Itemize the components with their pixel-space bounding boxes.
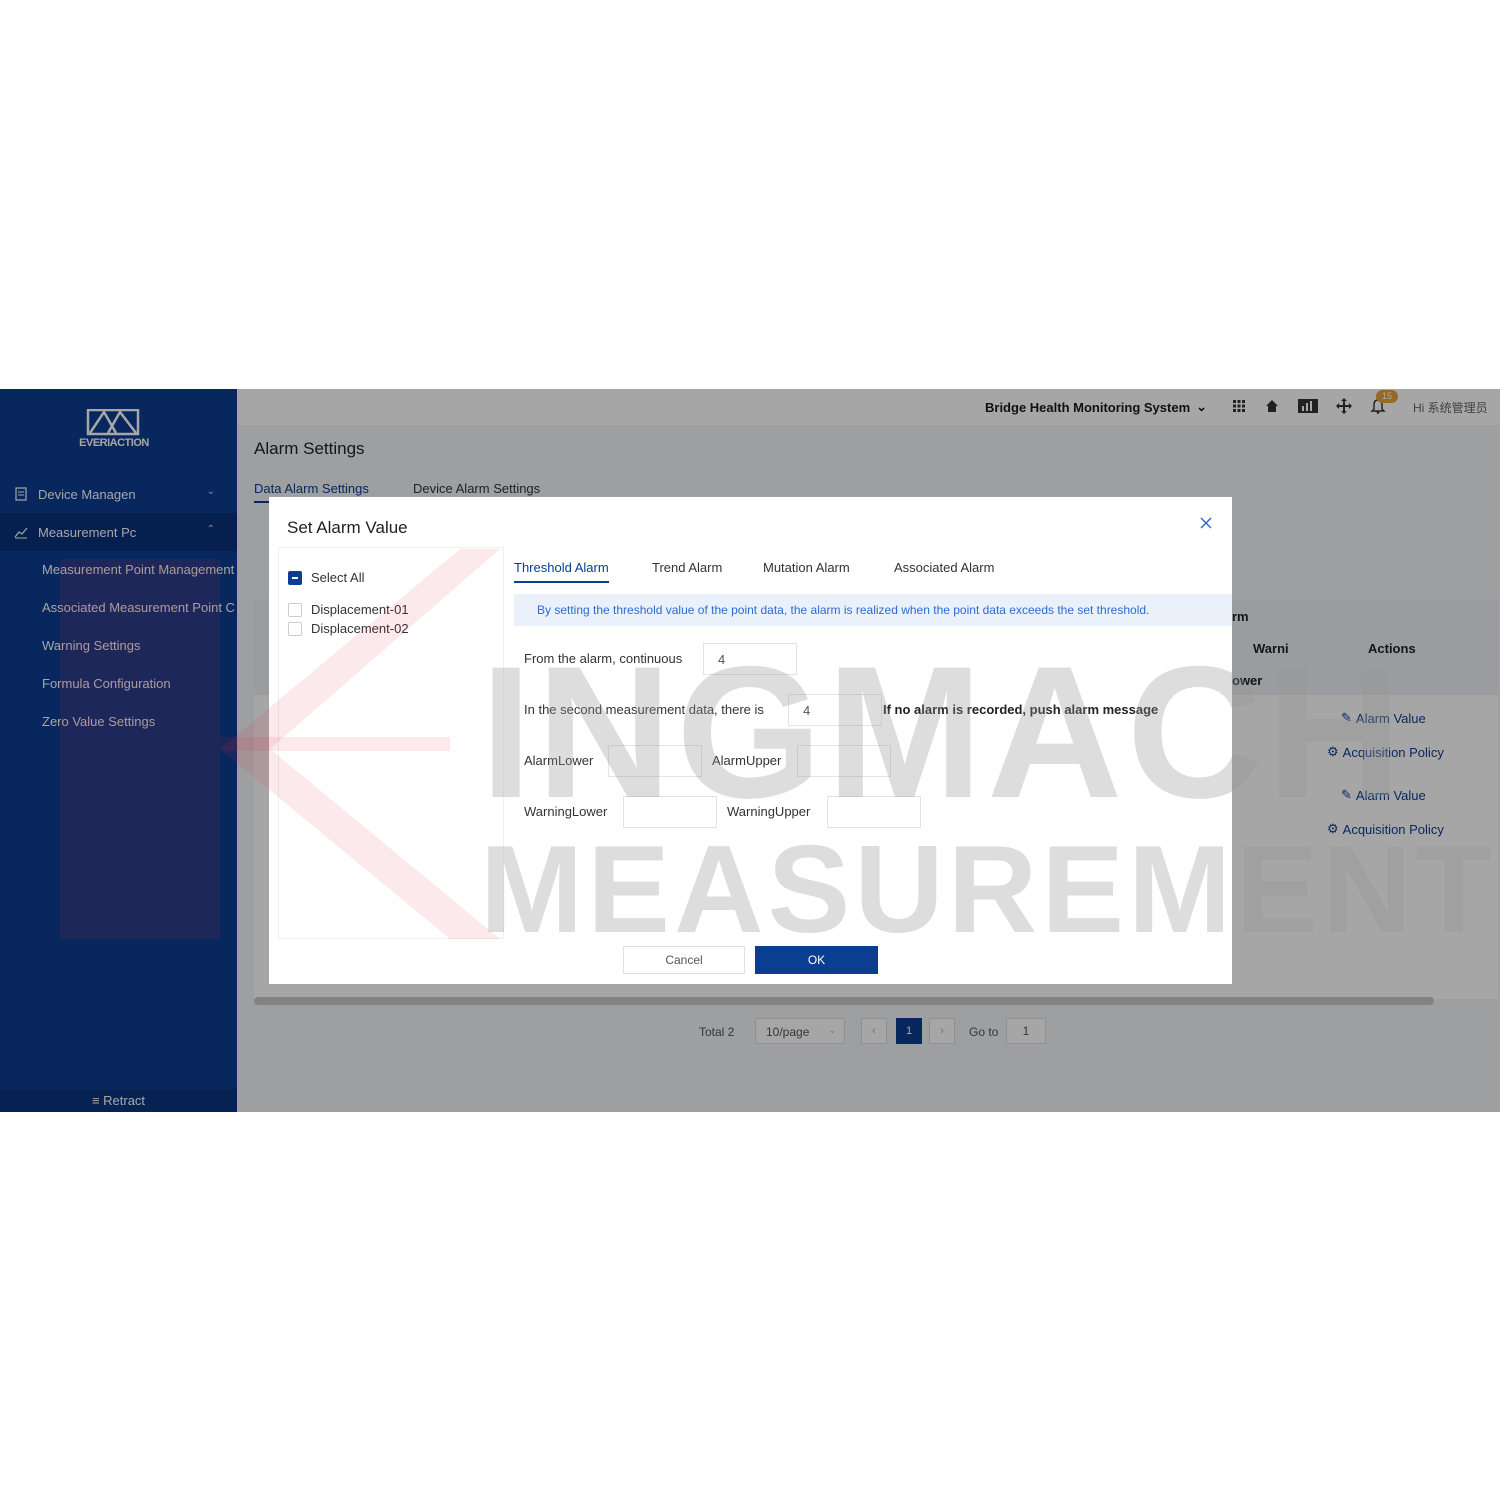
- select-all-checkbox[interactable]: Select All: [288, 570, 364, 585]
- cancel-button[interactable]: Cancel: [623, 946, 745, 974]
- tab-threshold-alarm[interactable]: Threshold Alarm: [514, 560, 609, 583]
- warning-lower-input[interactable]: [623, 796, 717, 828]
- alarm-upper-label: AlarmUpper: [712, 753, 782, 768]
- checkbox-icon: [288, 621, 302, 636]
- point-label: Displacement-02: [311, 621, 409, 636]
- ok-button[interactable]: OK: [755, 946, 878, 974]
- app-screen: EVERIACTION Device Managen ⌄ Measurement…: [0, 389, 1500, 1112]
- tab-mutation-alarm[interactable]: Mutation Alarm: [763, 560, 850, 581]
- tab-trend-alarm[interactable]: Trend Alarm: [652, 560, 722, 581]
- alarm-lower-input[interactable]: [608, 745, 702, 777]
- alarm-upper-input[interactable]: [797, 745, 891, 777]
- warning-lower-label: WarningLower: [524, 804, 608, 819]
- alarm-lower-label: AlarmLower: [524, 753, 594, 768]
- continuous-count-input[interactable]: 4: [703, 643, 797, 675]
- point-label: Displacement-01: [311, 602, 409, 617]
- point-checkbox[interactable]: Displacement-02: [288, 621, 409, 636]
- push-message-label: If no alarm is recorded, push alarm mess…: [883, 702, 1159, 717]
- point-checkbox[interactable]: Displacement-01: [288, 602, 409, 617]
- dialog-title: Set Alarm Value: [287, 518, 408, 537]
- second-measurement-label: In the second measurement data, there is: [524, 702, 764, 717]
- select-all-label: Select All: [311, 570, 365, 585]
- tab-associated-alarm[interactable]: Associated Alarm: [894, 560, 994, 581]
- checkbox-indeterminate-icon: [288, 570, 302, 585]
- info-banner: By setting the threshold value of the po…: [514, 594, 1232, 626]
- set-alarm-value-dialog: Set Alarm Value Select All Displacement-…: [269, 497, 1232, 984]
- close-icon[interactable]: [1199, 516, 1213, 530]
- checkbox-icon: [288, 602, 302, 617]
- warning-upper-label: WarningUpper: [727, 804, 811, 819]
- warning-upper-input[interactable]: [827, 796, 921, 828]
- continuous-label: From the alarm, continuous: [524, 651, 683, 666]
- alarm-count-input[interactable]: 4: [788, 694, 882, 726]
